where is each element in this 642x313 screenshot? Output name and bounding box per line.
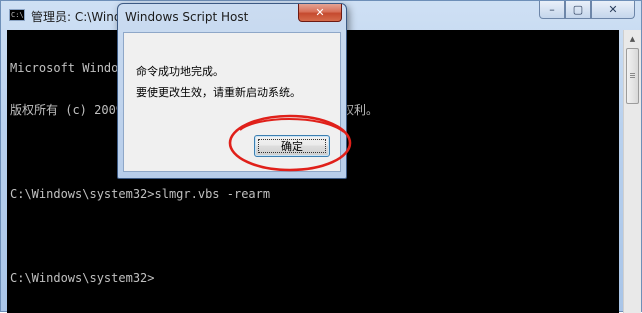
dialog-title: Windows Script Host — [125, 10, 249, 24]
dialog-close-button[interactable]: ✕ — [298, 4, 342, 22]
console-line: C:\Windows\system32> — [10, 271, 155, 285]
maximize-icon: ▢ — [572, 3, 584, 16]
console-line: ​ — [10, 229, 378, 243]
maximize-button[interactable]: ▢ — [565, 1, 591, 19]
close-icon: ✕ — [608, 3, 618, 16]
arrow-up-icon: ▲ — [629, 34, 636, 43]
dialog-content: 命令成功地完成。 要使更改生效，请重新启动系统。 确定 — [123, 32, 341, 172]
vertical-scrollbar[interactable]: ▲ — [623, 30, 641, 313]
scroll-up-button[interactable]: ▲ — [624, 30, 641, 47]
console-line: C:\Windows\system32>slmgr.vbs -rearm — [10, 187, 271, 201]
scroll-thumb[interactable] — [626, 48, 639, 104]
ok-button[interactable]: 确定 — [254, 135, 330, 157]
message-dialog: Windows Script Host ✕ 命令成功地完成。 要使更改生效，请重… — [117, 3, 347, 179]
close-icon: ✕ — [315, 6, 325, 19]
minimize-icon: – — [549, 3, 555, 16]
dialog-message-line: 命令成功地完成。 — [136, 65, 224, 78]
cmd-app-icon[interactable]: C:\ — [9, 9, 25, 21]
cmd-close-button[interactable]: ✕ — [591, 1, 635, 19]
focus-rectangle — [258, 139, 326, 153]
cmd-window-controls: – ▢ ✕ — [539, 1, 635, 21]
minimize-button[interactable]: – — [539, 1, 565, 19]
dialog-message-line: 要使更改生效，请重新启动系统。 — [136, 86, 301, 99]
